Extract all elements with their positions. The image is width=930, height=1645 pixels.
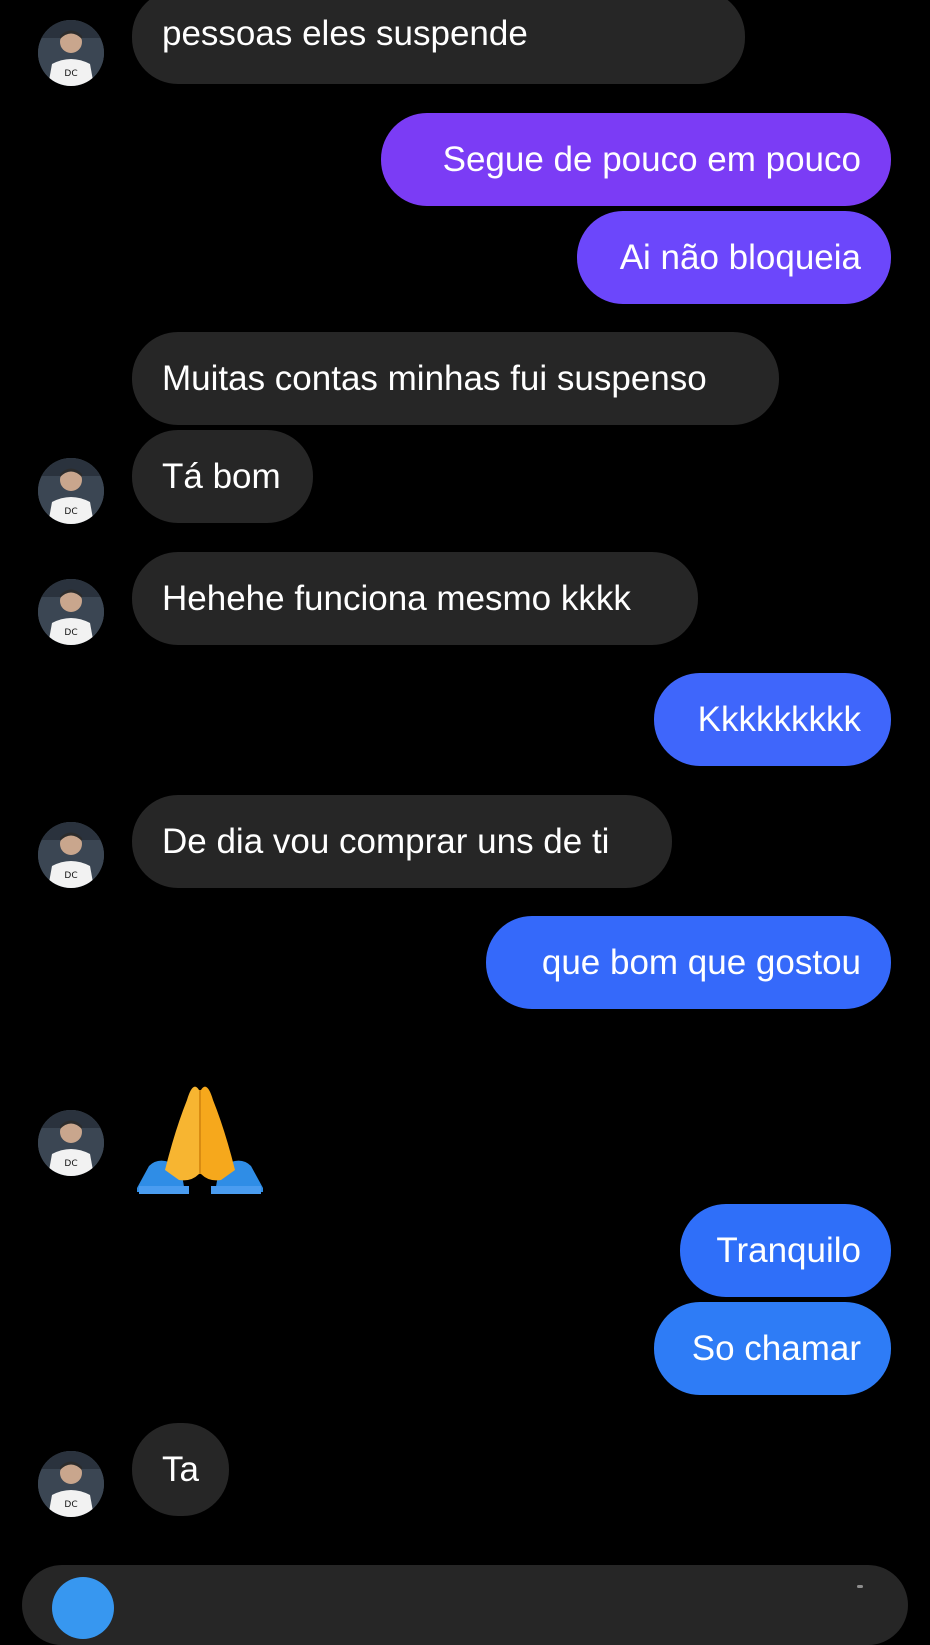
message-text: pessoas eles suspende (162, 14, 528, 53)
message-text: Tá bom (162, 456, 281, 496)
avatar[interactable]: DC (38, 1451, 104, 1517)
received-message[interactable]: Ta (132, 1423, 229, 1516)
message-text: Kkkkkkkkk (697, 699, 861, 739)
user-avatar-icon: DC (38, 579, 104, 645)
shirt-logo: DC (64, 628, 77, 638)
received-message[interactable]: Tá bom (132, 430, 313, 523)
message-text: Ta (162, 1449, 199, 1489)
message-text: Muitas contas minhas fui suspenso (162, 358, 707, 398)
avatar[interactable]: DC (38, 822, 104, 888)
sent-message[interactable]: So chamar (654, 1302, 891, 1395)
sent-message[interactable]: Ai não bloqueia (577, 211, 891, 304)
avatar[interactable]: DC (38, 1110, 104, 1176)
shirt-logo: DC (64, 871, 77, 881)
received-message[interactable]: De dia vou comprar uns de ti (132, 795, 672, 888)
user-avatar-icon: DC (38, 20, 104, 86)
sent-message[interactable]: Tranquilo (680, 1204, 891, 1297)
message-text: Ai não bloqueia (619, 237, 861, 277)
avatar[interactable]: DC (38, 458, 104, 524)
received-message[interactable]: Muitas contas minhas fui suspenso (132, 332, 779, 425)
user-avatar-icon: DC (38, 1451, 104, 1517)
shirt-logo: DC (64, 507, 77, 517)
shirt-logo: DC (64, 1500, 77, 1510)
received-message[interactable]: pessoas eles suspende (132, 0, 745, 84)
user-avatar-icon: DC (38, 458, 104, 524)
message-thread: pessoas eles suspende DC Segue de pouco … (0, 0, 930, 1645)
message-text: Segue de pouco em pouco (442, 139, 861, 179)
composer-indicator (857, 1585, 863, 1588)
camera-icon[interactable] (52, 1577, 114, 1639)
sent-message[interactable]: Segue de pouco em pouco (381, 113, 891, 206)
message-text: Hehehe funciona mesmo kkkk (162, 578, 631, 618)
user-avatar-icon: DC (38, 822, 104, 888)
avatar[interactable]: DC (38, 20, 104, 86)
message-text: De dia vou comprar uns de ti (162, 821, 610, 861)
sent-message[interactable]: Kkkkkkkkk (654, 673, 891, 766)
message-composer[interactable] (22, 1565, 908, 1645)
sent-message[interactable]: que bom que gostou (486, 916, 891, 1009)
message-text: Tranquilo (716, 1230, 861, 1270)
avatar[interactable]: DC (38, 579, 104, 645)
user-avatar-icon: DC (38, 1110, 104, 1176)
received-message[interactable]: Hehehe funciona mesmo kkkk (132, 552, 698, 645)
message-text: So chamar (691, 1328, 861, 1368)
shirt-logo: DC (64, 69, 77, 79)
folded-hands-icon[interactable] (135, 1070, 265, 1200)
message-text: que bom que gostou (541, 942, 861, 982)
shirt-logo: DC (64, 1159, 77, 1169)
